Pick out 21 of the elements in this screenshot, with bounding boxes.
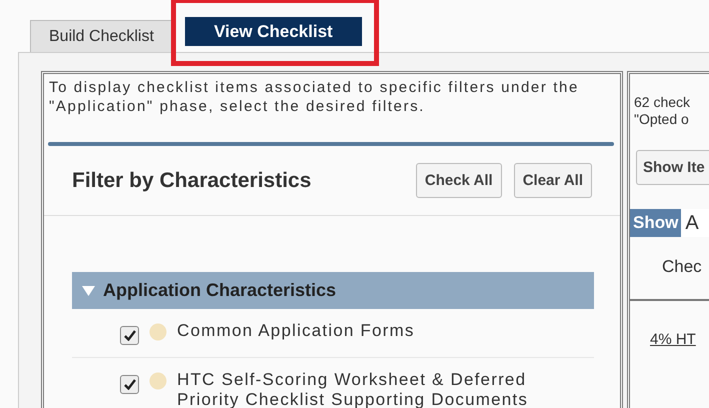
section-header[interactable]: Application Characteristics [72,272,594,309]
action-button[interactable]: Check All [416,163,502,198]
item-link[interactable]: 4% HT [650,331,696,348]
show-field[interactable]: A [681,209,709,237]
checkmark-icon [124,379,136,390]
checkmark-icon [124,330,136,341]
panel-title: Filter by Characteristics [72,168,312,192]
checkbox[interactable] [120,375,139,394]
tab[interactable]: Build Checklist [30,20,173,52]
tab[interactable]: View Checklist [184,17,362,46]
summary-text: "Opted o [633,111,690,128]
instructions-text: To display checklist items associated to specific filters under the "Application" phase, select the desired filters. [48,78,580,116]
collapse-icon[interactable] [82,286,95,296]
show-label: Show [630,209,682,237]
filter-label: Common Application Forms [177,321,416,341]
checkbox[interactable] [120,326,139,345]
show-items-button[interactable]: Show Ite [636,150,709,185]
summary-text: 62 check [633,94,692,111]
action-button[interactable]: Clear All [514,163,592,198]
column-header: Chec [630,237,709,301]
section-title: Application Characteristics [103,280,336,301]
